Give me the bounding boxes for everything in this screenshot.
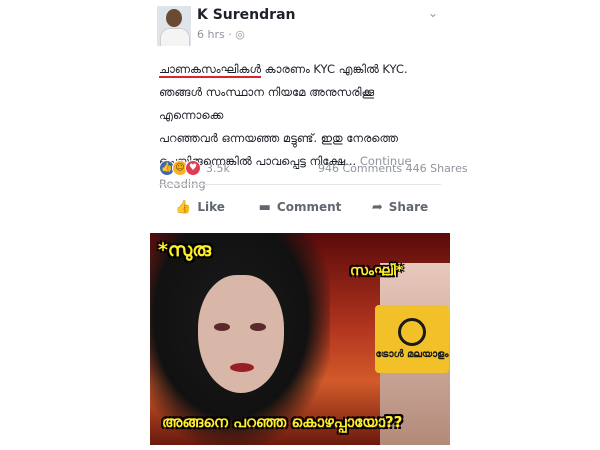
globe-icon: ◎ bbox=[235, 28, 245, 41]
meme-image[interactable]: *സുരു സംഘി* ട്രോൾ മലയാളം അങ്ങനെ പറഞ്ഞ കൊ… bbox=[150, 233, 450, 445]
reaction-count: 3.5k bbox=[206, 161, 230, 175]
thumbs-up-icon: 👍 bbox=[175, 199, 192, 215]
share-button[interactable]: ➦ Share bbox=[350, 194, 450, 220]
chevron-down-icon[interactable]: ⌄ bbox=[428, 6, 438, 20]
post-line-2: ഞങ്ങൾ സംസ്ഥാന നിയമേ അനുസരിക്കൂ എന്നൊക്കെ bbox=[159, 85, 375, 122]
engagement-counts: 946 Comments 446 Shares bbox=[318, 162, 468, 175]
avatar-shirt bbox=[160, 28, 190, 46]
shares-count[interactable]: 446 Shares bbox=[406, 162, 468, 175]
logo-face-icon bbox=[398, 318, 426, 346]
like-button[interactable]: 👍 Like bbox=[150, 194, 250, 220]
share-label: Share bbox=[388, 200, 429, 214]
love-reaction-icon: ♥ bbox=[185, 160, 201, 176]
post-line-1: ചാണകസംഘികൾ കാരണം KYC എങ്കിൽ KYC. bbox=[159, 58, 441, 81]
share-arrow-icon: ➦ bbox=[371, 199, 383, 215]
logo-text: ട്രോൾ മലയാളം bbox=[375, 349, 449, 360]
author-name[interactable]: K Surendran bbox=[197, 7, 295, 23]
comments-count[interactable]: 946 Comments bbox=[318, 162, 402, 175]
meme-right-eye bbox=[250, 323, 266, 331]
author-avatar[interactable] bbox=[157, 6, 191, 46]
meme-caption-bottom: അങ്ങനെ പറഞ്ഞ കൊഴപ്പായോ?? bbox=[162, 413, 403, 431]
comment-label: Comment bbox=[276, 200, 342, 214]
post-time[interactable]: 6 hrs bbox=[197, 28, 225, 41]
divider bbox=[159, 184, 441, 185]
line1-rest: കാരണം KYC എങ്കിൽ KYC. bbox=[261, 62, 408, 76]
post-meta: 6 hrs · ◎ bbox=[197, 28, 245, 41]
meme-caption-top-right: സംഘി* bbox=[350, 263, 403, 279]
post-actions-bar: 👍 Like ▬ Comment ➦ Share bbox=[150, 194, 450, 220]
post-line-3: പറഞ്ഞവർ ഒന്നയഞ്ഞ മട്ടുണ്ട്. ഇതു നേരത്തെ bbox=[159, 131, 398, 145]
speech-bubble-icon: ▬ bbox=[258, 199, 271, 215]
meme-left-eye bbox=[214, 323, 230, 331]
meme-lips bbox=[230, 363, 254, 372]
like-label: Like bbox=[197, 200, 225, 214]
troll-malayalam-logo: ട്രോൾ മലയാളം bbox=[375, 305, 449, 373]
meme-caption-top-left: *സുരു bbox=[158, 239, 211, 261]
highlighted-word: ചാണകസംഘികൾ bbox=[159, 62, 262, 78]
reactions-summary[interactable]: 👍 ☺ ♥ 3.5k bbox=[159, 158, 230, 178]
comment-button[interactable]: ▬ Comment bbox=[250, 194, 350, 220]
avatar-head bbox=[166, 9, 182, 27]
meme-face bbox=[198, 275, 284, 393]
